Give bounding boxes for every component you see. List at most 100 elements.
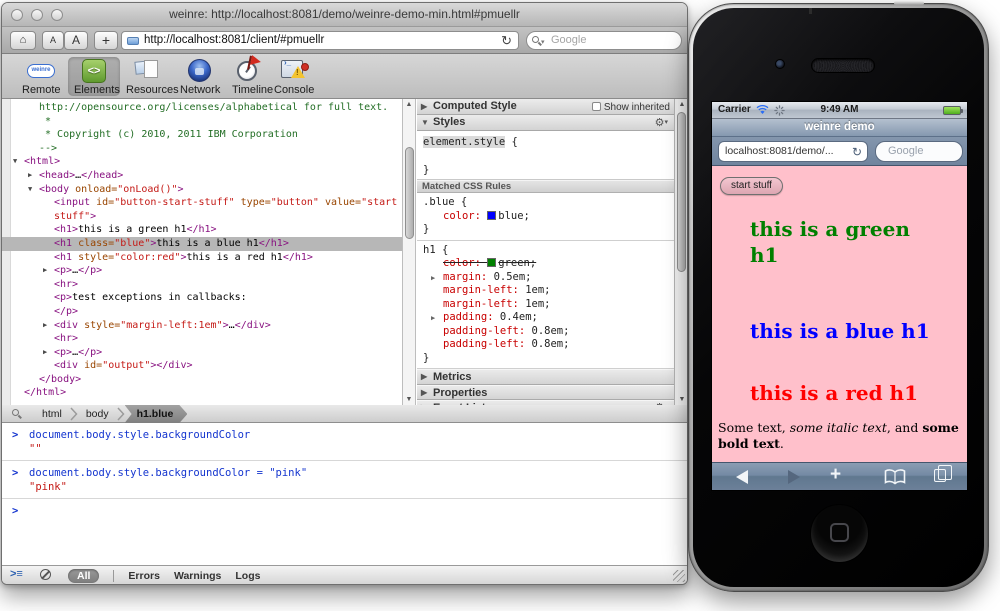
console-prompt-row[interactable]: > [2,499,687,523]
sidebar-section-metrics[interactable]: ▶Metrics [417,369,674,385]
source-line[interactable]: <h1>this is a green h1</h1> [2,223,402,237]
toolbar-item-timeline[interactable]: Timeline [226,57,274,96]
source-line[interactable]: <hr> [2,278,402,292]
source-line[interactable]: * [2,115,402,129]
disclosure-triangle-icon[interactable]: ▼ [28,183,32,197]
forward-icon[interactable] [788,470,800,484]
sidebar-scrollbar[interactable]: ▲ ▼ [674,99,687,405]
disclosure-triangle-icon[interactable]: ▶ [28,169,32,183]
disclosure-triangle-icon[interactable]: ▶ [43,264,47,278]
tree-scrollbar[interactable]: ▲ ▼ [402,99,416,405]
rule-selector[interactable]: h1 { [423,244,674,258]
disclosure-triangle-icon[interactable]: ▶ [421,99,427,114]
pages-icon[interactable] [934,469,946,482]
source-line[interactable]: </body> [2,373,402,387]
source-line[interactable]: <input id="button-start-stuff" type="but… [2,196,402,210]
css-property[interactable]: color: blue; [423,210,674,224]
css-property[interactable]: padding-left: 0.8em; [423,338,674,352]
filter-errors[interactable]: Errors [128,570,160,582]
source-line[interactable]: <h1 style="color:red">this is a red h1</… [2,251,402,265]
sidebar-section-properties[interactable]: ▶Properties [417,385,674,401]
disclosure-triangle-icon[interactable]: ▶ [431,312,435,326]
scroll-up-icon[interactable]: ▲ [403,101,415,108]
toolbar-item-remote[interactable]: weinreRemote [16,57,66,96]
computed-style-section[interactable]: ▶ Computed Style Show inherited [417,99,674,115]
console-panel[interactable]: >document.body.style.backgroundColor"">d… [2,423,687,569]
resize-grip[interactable] [673,570,685,582]
toolbar-item-network[interactable]: Network [174,57,226,96]
source-line[interactable]: ▶<p>…</p> [2,264,402,278]
scrollbar-thumb[interactable] [677,112,686,272]
home-button[interactable] [810,504,869,563]
css-rule[interactable]: h1 {color: green;▶margin: 0.5em;margin-l… [417,241,674,370]
url-field[interactable]: http://localhost:8081/client/#pmuellr ↻ [121,31,519,50]
css-property[interactable]: ▶padding: 0.4em; [423,311,674,325]
disclosure-triangle-icon[interactable]: ▶ [43,319,47,333]
css-property[interactable]: padding-left: 0.8em; [423,325,674,339]
disclosure-triangle-icon[interactable]: ▶ [421,386,427,400]
console-toggle-icon[interactable]: >≡ [10,568,23,580]
show-inherited-checkbox[interactable] [592,102,601,111]
reload-icon[interactable]: ↻ [501,32,512,49]
source-line[interactable]: http://opensource.org/licenses/alphabeti… [2,101,402,115]
bookmarks-icon[interactable] [884,469,906,485]
disclosure-triangle-icon[interactable]: ▼ [13,155,17,169]
css-property[interactable]: color: green; [423,257,674,271]
home-button[interactable]: ⌂ [10,31,36,50]
back-icon[interactable] [736,470,748,484]
source-line[interactable]: ▶<head>…</head> [2,169,402,183]
titlebar[interactable]: weinre: http://localhost:8081/demo/weinr… [2,3,687,27]
search-icon[interactable] [12,409,19,416]
console-active-prompt[interactable]: > [2,504,687,518]
source-line[interactable]: * Copyright (c) 2010, 2011 IBM Corporati… [2,128,402,142]
source-line[interactable]: <p>test exceptions in callbacks: [2,291,402,305]
disclosure-triangle-icon[interactable]: ▶ [431,272,435,286]
mobile-search-field[interactable]: Google [875,141,963,162]
css-rule[interactable]: .blue {color: blue;} [417,193,674,241]
css-property[interactable]: margin-left: 1em; [423,284,674,298]
css-property[interactable]: margin-left: 1em; [423,298,674,312]
scrollbar-thumb[interactable] [405,147,414,239]
search-field[interactable]: ▾ Google [526,31,682,50]
start-stuff-button[interactable]: start stuff [720,177,783,195]
toolbar-item-console[interactable]: Console [268,57,320,96]
show-inherited-control[interactable]: Show inherited [592,100,670,115]
disclosure-triangle-icon[interactable]: ▼ [421,115,429,130]
mobile-reload-icon[interactable]: ↻ [852,143,862,162]
source-line[interactable]: <hr> [2,332,402,346]
color-swatch[interactable] [487,258,496,267]
mobile-url-field[interactable]: localhost:8081/demo/... ↻ [718,141,868,162]
scroll-up-icon[interactable]: ▲ [675,101,687,108]
disclosure-triangle-icon[interactable]: ▶ [43,346,47,360]
breadcrumb-item-html[interactable]: html [34,405,70,423]
font-larger-button[interactable]: A [64,31,88,50]
color-swatch[interactable] [487,211,496,220]
power-button[interactable] [894,1,924,5]
styles-section-header[interactable]: ▼ Styles ⚙▾ [417,115,674,131]
scroll-down-icon[interactable]: ▼ [675,396,687,403]
new-tab-button[interactable]: + [94,31,118,50]
filter-all[interactable]: All [68,569,99,583]
source-line[interactable]: </p> [2,305,402,319]
filter-warnings[interactable]: Warnings [174,570,221,582]
breadcrumb-item-h1.blue[interactable]: h1.blue [125,405,188,423]
toolbar-item-elements[interactable]: <>Elements [68,57,120,96]
rule-selector[interactable]: .blue { [423,196,674,210]
source-line[interactable]: <div id="output"></div> [2,359,402,373]
breadcrumb-item-body[interactable]: body [78,405,117,423]
source-line[interactable]: stuff"> [2,210,402,224]
element-style-rule[interactable]: element.style { } [417,131,674,180]
gear-icon[interactable]: ⚙▾ [655,115,668,131]
source-line[interactable]: ▶<p>…</p> [2,346,402,360]
disclosure-triangle-icon[interactable]: ▶ [421,370,427,384]
clear-console-icon[interactable] [40,569,51,580]
source-line[interactable]: </html> [2,386,402,400]
source-line[interactable]: <h1 class="blue">this is a blue h1</h1> [2,237,402,251]
toolbar-item-resources[interactable]: Resources [120,57,176,96]
css-property[interactable]: ▶margin: 0.5em; [423,271,674,285]
filter-logs[interactable]: Logs [235,570,260,582]
source-line[interactable]: ▶<div style="margin-left:1em">…</div> [2,319,402,333]
search-options-caret-icon[interactable]: ▾ [541,34,545,51]
font-smaller-button[interactable]: A [42,31,64,50]
element-style-selector[interactable]: element.style [423,136,505,148]
